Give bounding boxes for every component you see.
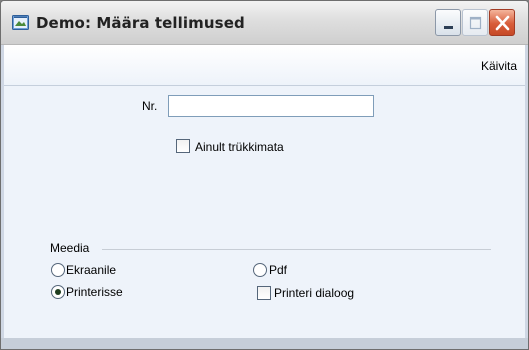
- nr-label: Nr.: [142, 99, 158, 113]
- radio-printer-label[interactable]: Printerisse: [66, 285, 123, 299]
- radio-pdf-label[interactable]: Pdf: [269, 263, 287, 277]
- media-group-divider: [102, 249, 491, 250]
- printer-dialog-label[interactable]: Printeri dialoog: [274, 286, 354, 300]
- minimize-button[interactable]: [435, 9, 461, 36]
- printer-dialog-checkbox[interactable]: [257, 286, 271, 300]
- run-button[interactable]: Käivita: [481, 59, 517, 73]
- nr-input[interactable]: [169, 96, 373, 116]
- radio-screen[interactable]: [51, 263, 65, 277]
- app-window-icon: [12, 15, 29, 30]
- unprinted-only-checkbox[interactable]: [176, 139, 190, 153]
- radio-selected-dot: [55, 289, 61, 295]
- minimize-icon: [444, 26, 453, 29]
- media-group-label: Meedia: [50, 241, 90, 255]
- maximize-icon: [469, 16, 482, 30]
- close-icon: [495, 15, 510, 31]
- radio-pdf[interactable]: [253, 263, 267, 277]
- dialog-window: Demo: Määra tellimused Käivita Nr. Ainul…: [0, 0, 529, 350]
- toolbar: Käivita: [4, 45, 525, 86]
- unprinted-only-label[interactable]: Ainult trükkimata: [195, 140, 284, 154]
- window-title: Demo: Määra tellimused: [36, 14, 245, 32]
- maximize-button[interactable]: [462, 9, 488, 36]
- form-content: Nr. Ainult trükkimata Meedia Ekraanile P…: [4, 86, 525, 338]
- title-bar[interactable]: Demo: Määra tellimused: [1, 1, 528, 45]
- nr-field[interactable]: [168, 95, 374, 117]
- radio-screen-label[interactable]: Ekraanile: [66, 263, 116, 277]
- radio-printer[interactable]: [51, 285, 65, 299]
- close-button[interactable]: [489, 9, 515, 36]
- window-bottom-border: [1, 338, 528, 349]
